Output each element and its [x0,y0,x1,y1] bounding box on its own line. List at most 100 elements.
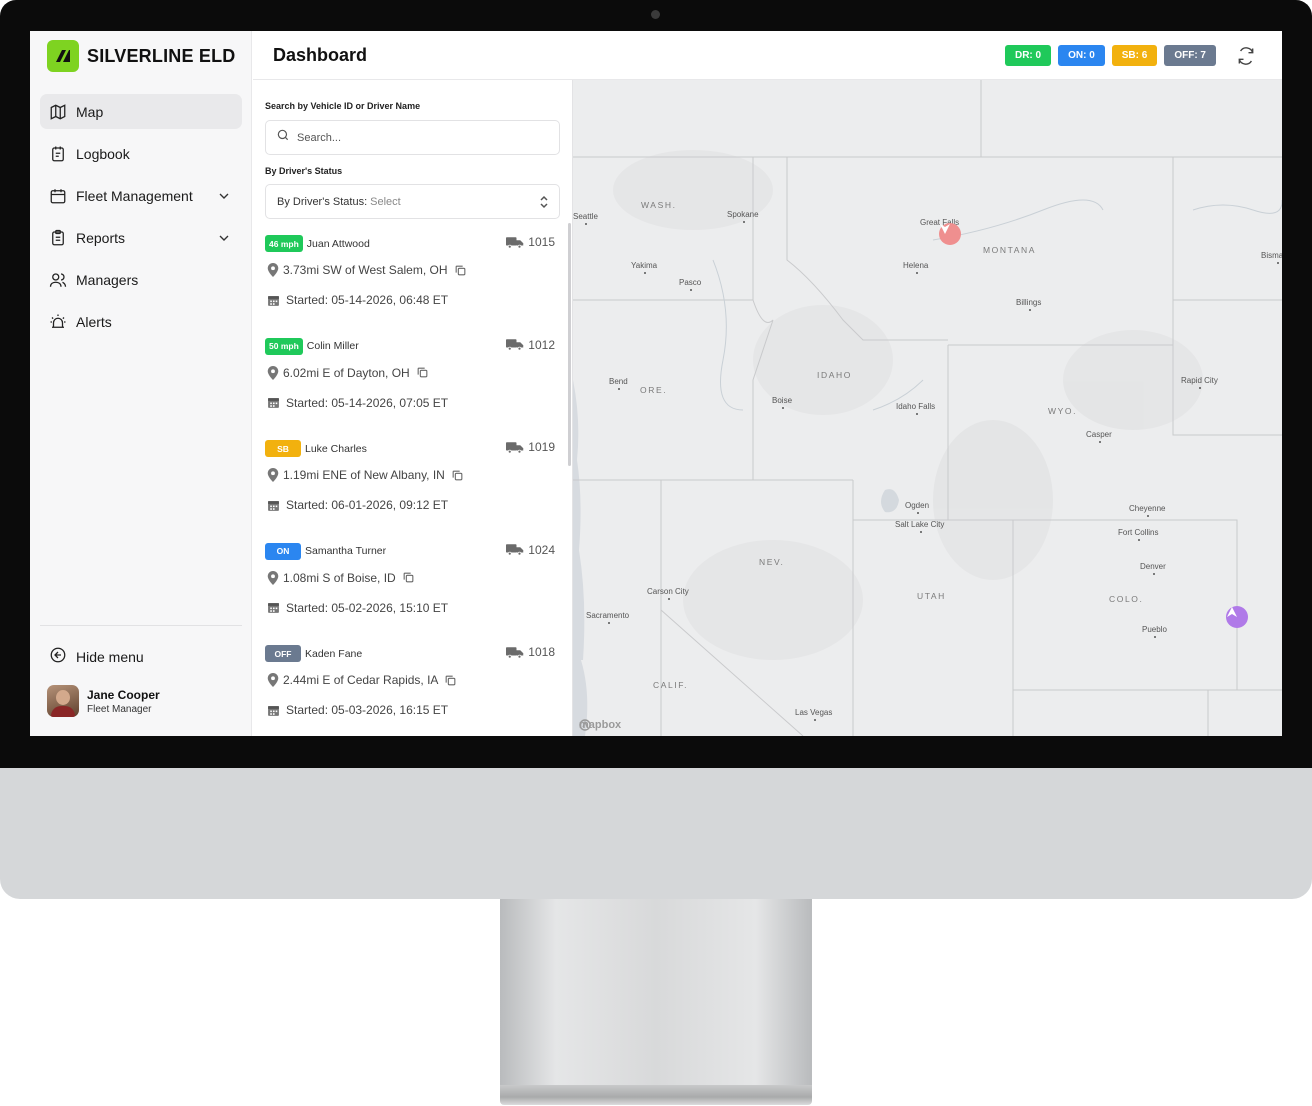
users-icon [49,271,67,289]
calendar-icon [268,295,279,306]
driver-location: 1.08mi S of Boise, ID [267,570,415,585]
driver-list-panel: Search by Vehicle ID or Driver Name By D… [253,80,573,736]
driver-location: 1.19mi ENE of New Albany, IN [267,468,464,482]
truck-icon [506,646,524,658]
sidebar-item-managers[interactable]: Managers [40,262,242,297]
search-input[interactable] [297,131,537,144]
truck-icon [506,339,524,351]
truck-id: 1018 [506,645,555,659]
map-state-label: ORE. [640,385,668,395]
status-select-prefix: By Driver's Status: [277,195,368,208]
vehicle-marker-purple[interactable] [1226,606,1248,628]
calendar-icon [268,500,279,511]
started-text: Started: 05-14-2026, 07:05 ET [286,395,449,410]
sidebar-item-label: Logbook [76,145,130,162]
copy-icon[interactable] [451,469,464,482]
chevron-down-icon[interactable] [216,188,232,204]
sidebar-item-map[interactable]: Map [40,94,242,129]
calendar-icon [49,187,67,205]
map-state-label: NEV. [759,557,785,567]
hide-menu-button[interactable]: Hide menu [49,646,144,667]
copy-icon[interactable] [444,674,457,687]
status-badge-sb[interactable]: SB: 6 [1111,45,1158,66]
driver-name[interactable]: Juan Attwood [307,238,370,250]
sidebar-item-fleet-management[interactable]: Fleet Management [40,178,242,213]
map-city-label: Cheyenne [1129,504,1166,517]
started-text: Started: 05-03-2026, 16:15 ET [286,703,449,717]
driver-name[interactable]: Colin Miller [307,340,359,352]
status-select-value: Select [370,195,401,208]
sidebar-item-alerts[interactable]: Alerts [40,304,242,339]
mapbox-logo-icon [579,719,591,731]
map-city-label: Spokane [727,210,759,223]
map-city-label: Boise [772,396,793,409]
driver-status-badge: OFF [265,645,301,662]
vehicle-marker-red[interactable] [939,223,961,245]
location-text: 6.02mi E of Dayton, OH [283,365,410,380]
truck-icon [506,236,524,248]
driver-list-item[interactable]: OFF Kaden Fane 1018 2.44mi E of Cedar Ra… [265,642,555,736]
brand[interactable]: SILVERLINE ELD [47,40,235,72]
calendar-icon [268,603,279,613]
list-scrollbar[interactable] [568,223,571,466]
avatar [47,685,79,717]
navigation-arrow-icon [1227,607,1237,617]
status-badge-on[interactable]: ON: 0 [1058,45,1105,66]
driver-list-item[interactable]: SB Luke Charles 1019 1.19mi ENE of New A… [265,437,555,540]
location-text: 3.73mi SW of West Salem, OH [283,263,448,277]
search-icon [276,128,290,147]
truck-id: 1012 [506,338,555,352]
map-city-label: Ogden [905,501,930,514]
map-city-label: Casper [1086,430,1112,443]
location-text: 1.19mi ENE of New Albany, IN [283,468,445,482]
driver-list-item[interactable]: 46 mph Juan Attwood 1015 3.73mi SW of We… [265,232,555,335]
top-header: Dashboard DR: 0 ON: 0 SB: 6 OFF: 7 [253,31,1282,80]
map-city-label: Pueblo [1142,625,1167,638]
driver-name[interactable]: Samantha Turner [305,545,386,557]
started-text: Started: 05-14-2026, 06:48 ET [286,293,449,307]
map-city-label: Rapid City [1181,376,1218,389]
status-select[interactable]: By Driver's Status: Select [265,184,560,219]
copy-icon[interactable] [402,571,415,584]
truck-icon [506,441,524,453]
driver-location: 3.73mi SW of West Salem, OH [267,263,467,277]
sidebar-divider [40,625,242,626]
driver-status-badge: SB [265,440,301,457]
search-field[interactable] [265,120,560,155]
driver-list-item[interactable]: ON Samantha Turner 1024 1.08mi S of Bois… [265,540,555,643]
driver-status-badge: ON [265,542,301,560]
chevron-down-icon[interactable] [216,230,232,246]
driver-list-item[interactable]: 50 mph Colin Miller 1012 6.02mi E of Day… [265,335,555,438]
refresh-icon[interactable] [1236,46,1256,66]
driver-header: OFF Kaden Fane 1018 [265,645,555,662]
sidebar-item-label: Map [76,103,104,120]
copy-icon[interactable] [454,264,467,277]
map-city-label: Bend [609,377,628,390]
copy-icon[interactable] [416,366,429,379]
map-city-label: Denver [1140,562,1166,575]
truck-id: 1024 [506,543,555,557]
truck-number: 1012 [528,337,555,352]
mapbox-attribution[interactable]: mapbox [579,719,621,731]
map-view[interactable]: WASH. MONTANA IDAHO ORE. WYO. NEV. UTAH … [573,80,1282,736]
driver-name[interactable]: Kaden Fane [305,648,362,660]
map-city-label: Billings [1016,298,1042,311]
map-state-label: WYO. [1048,406,1078,416]
status-badge-dr[interactable]: DR: 0 [1004,45,1052,66]
map-state-label: WASH. [641,200,677,210]
monitor-stand-base [500,1085,812,1105]
sidebar-item-logbook[interactable]: Logbook [40,136,242,171]
monitor-stand [500,899,812,1089]
user-profile[interactable]: Jane Cooper Fleet Manager [47,685,160,717]
monitor-chin [0,768,1312,899]
arrow-left-circle-icon [49,646,67,667]
logbook-icon [49,145,67,163]
location-text: 2.44mi E of Cedar Rapids, IA [283,673,439,687]
driver-name[interactable]: Luke Charles [305,443,367,455]
driver-header: 50 mph Colin Miller 1012 [265,337,555,355]
status-badge-off[interactable]: OFF: 7 [1164,45,1216,66]
map-city-label: Seattle [573,212,598,225]
map-city-label: Pasco [679,278,702,291]
map-state-label: MONTANA [983,245,1037,255]
sidebar-item-reports[interactable]: Reports [40,220,242,255]
